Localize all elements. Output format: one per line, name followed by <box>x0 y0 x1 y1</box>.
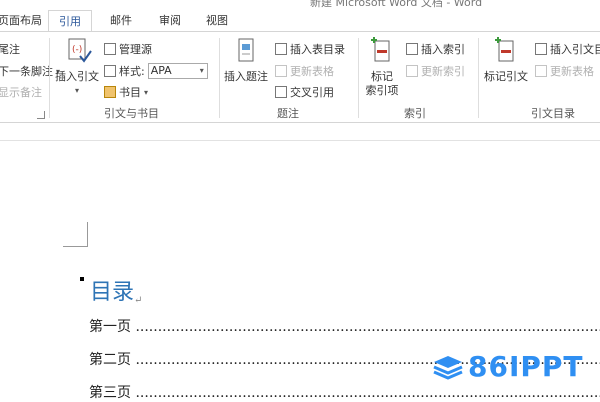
insert-citation-icon: (-) <box>68 38 92 63</box>
toc-entry[interactable]: 第一页 ....................................… <box>89 316 600 336</box>
update-toa-icon <box>535 65 547 77</box>
next-footnote-label: 下一条脚注 <box>0 65 53 78</box>
update-toa-button[interactable]: 更新表格 <box>535 63 594 79</box>
captions-group-label: 题注 <box>277 107 299 120</box>
watermark-text: 86IPPT <box>468 350 584 383</box>
insert-table-of-figures-label: 插入表目录 <box>290 43 345 56</box>
insert-endnote-button[interactable]: 尾注 <box>0 41 20 57</box>
tab-mailings[interactable]: 邮件 <box>110 12 132 28</box>
style-label: 样式: <box>119 65 145 78</box>
update-table-button[interactable]: 更新表格 <box>275 63 334 79</box>
update-table-icon <box>275 65 287 77</box>
group-divider <box>358 38 359 118</box>
svg-text:(-): (-) <box>72 45 82 55</box>
insert-citation-button[interactable]: (-) 插入引文 ▾ <box>54 36 100 98</box>
ribbon-tabs: 页面布局 引用 邮件 审阅 视图 <box>0 8 600 34</box>
show-notes-label: 显示备注 <box>0 86 42 99</box>
manage-sources-label: 管理源 <box>119 43 152 56</box>
toc-heading[interactable]: 目录↵ <box>90 274 142 306</box>
style-dropdown[interactable]: APA ▾ <box>147 63 208 79</box>
show-notes-button[interactable]: 显示备注 <box>0 84 42 100</box>
next-footnote-button[interactable]: 下一条脚注 ▾ <box>0 63 60 79</box>
style-dropdown-value: APA <box>150 64 172 77</box>
group-divider <box>219 38 220 118</box>
insert-toa-icon <box>535 43 547 55</box>
manage-sources-icon <box>104 43 116 55</box>
cross-reference-button[interactable]: 交叉引用 <box>275 84 334 100</box>
mark-citation-icon <box>495 37 514 62</box>
citation-style-selector: 样式: APA ▾ <box>104 63 208 79</box>
insert-table-of-figures-button[interactable]: 插入表目录 <box>275 41 345 57</box>
tab-view[interactable]: 视图 <box>206 12 228 28</box>
dialog-launcher-icon[interactable] <box>37 111 45 119</box>
paragraph-format-mark <box>80 277 84 281</box>
insert-toa-label: 插入引文目录 <box>550 43 600 56</box>
cross-reference-icon <box>275 86 287 98</box>
group-divider <box>49 38 50 118</box>
toc-heading-text: 目录 <box>90 280 135 305</box>
bibliography-icon <box>104 86 116 98</box>
mark-citation-label: 标记引文 <box>484 70 528 83</box>
tab-review[interactable]: 审阅 <box>159 12 181 28</box>
watermark: 86IPPT <box>432 350 584 383</box>
ribbon: 尾注 下一条脚注 ▾ 显示备注 (-) 插入引文 ▾ 管理源 样式: APA ▾… <box>0 31 600 123</box>
citations-group-label: 引文与书目 <box>104 107 159 120</box>
insert-index-label: 插入索引 <box>421 43 465 56</box>
update-table-label: 更新表格 <box>290 65 334 78</box>
insert-toa-button[interactable]: 插入引文目录 <box>535 41 600 57</box>
toa-group-label: 引文目录 <box>531 107 575 120</box>
insert-caption-button[interactable]: 插入题注 <box>222 36 270 84</box>
cross-reference-label: 交叉引用 <box>290 86 334 99</box>
update-index-icon <box>406 65 418 77</box>
tab-page-layout[interactable]: 页面布局 <box>0 12 42 28</box>
ruler-area <box>0 123 600 141</box>
index-group-label: 索引 <box>404 107 426 120</box>
layers-logo-icon <box>433 355 463 380</box>
title-bar: 新建 Microsoft Word 文档 - Word <box>0 0 600 9</box>
insert-caption-label: 插入题注 <box>224 70 268 83</box>
insert-citation-label: 插入引文 <box>55 70 99 83</box>
mark-entry-label-line2: 索引项 <box>365 84 399 97</box>
page-margin-corner-mark <box>63 222 88 247</box>
mark-entry-button[interactable]: 标记 索引项 <box>362 36 402 98</box>
update-index-button[interactable]: 更新索引 <box>406 63 465 79</box>
bibliography-button[interactable]: 书目 ▾ <box>104 84 148 100</box>
chevron-down-icon: ▾ <box>199 66 204 75</box>
mark-entry-icon <box>371 37 390 62</box>
chevron-down-icon: ▾ <box>74 86 79 95</box>
style-icon <box>104 65 116 77</box>
insert-endnote-label: 尾注 <box>0 43 20 56</box>
mark-entry-label-line1: 标记 <box>371 70 393 83</box>
insert-index-button[interactable]: 插入索引 <box>406 41 465 57</box>
toc-entry[interactable]: 第三页 ....................................… <box>89 382 600 402</box>
update-toa-label: 更新表格 <box>550 65 594 78</box>
insert-index-icon <box>406 43 418 55</box>
update-index-label: 更新索引 <box>421 65 465 78</box>
table-of-figures-icon <box>275 43 287 55</box>
paragraph-mark-icon: ↵ <box>134 295 143 306</box>
bibliography-label: 书目 <box>119 86 141 99</box>
manage-sources-button[interactable]: 管理源 <box>104 41 152 57</box>
chevron-down-icon: ▾ <box>144 87 149 97</box>
group-divider <box>478 38 479 118</box>
mark-citation-button[interactable]: 标记引文 <box>482 36 530 84</box>
insert-caption-icon <box>238 38 254 62</box>
